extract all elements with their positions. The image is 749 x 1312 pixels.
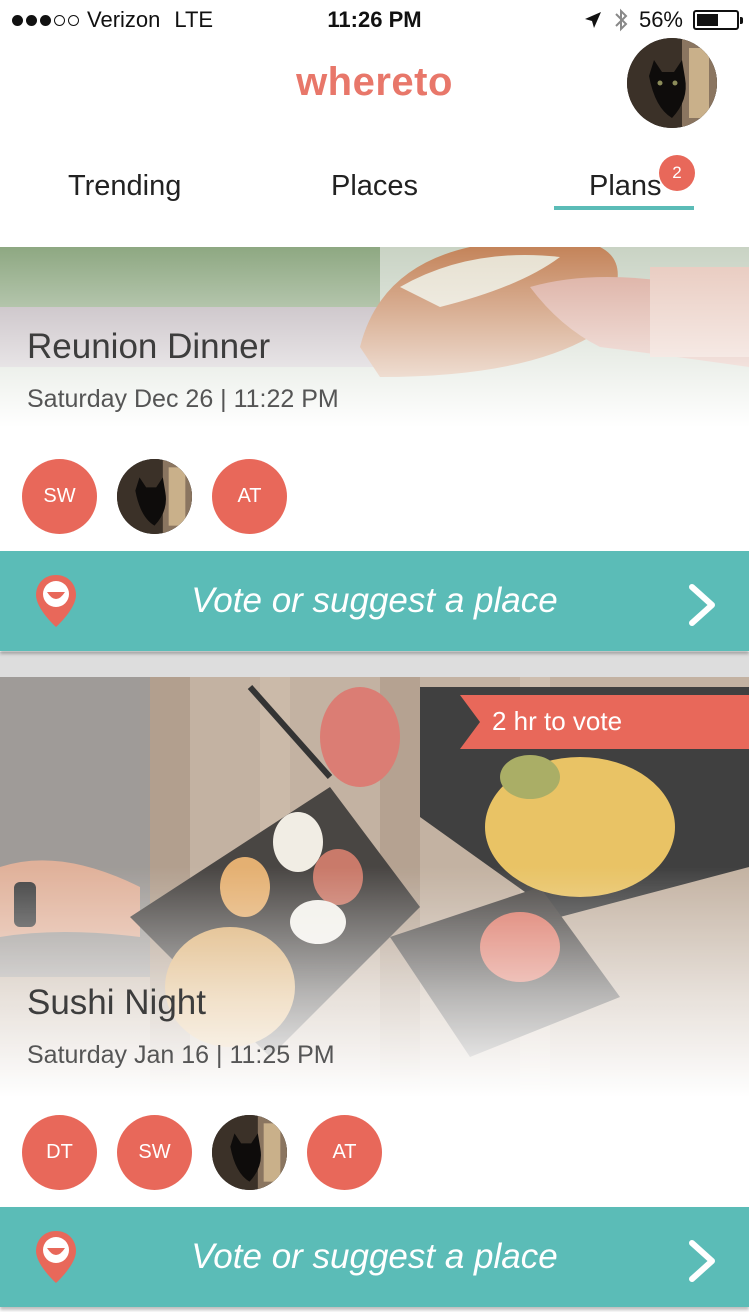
status-right: 56%	[583, 7, 743, 33]
plans-feed[interactable]: Reunion Dinner Saturday Dec 26 | 11:22 P…	[0, 247, 749, 1312]
attendee-avatar[interactable]	[212, 1115, 287, 1190]
battery-icon	[693, 10, 743, 30]
vote-suggest-label: Vote or suggest a place	[191, 581, 558, 620]
tab-bar: Trending Places Plans	[0, 160, 749, 220]
plan-card: 2 hr to vote Sushi Night Saturday Jan 16…	[0, 677, 749, 1312]
plan-card: Reunion Dinner Saturday Dec 26 | 11:22 P…	[0, 247, 749, 652]
vote-suggest-button[interactable]: Vote or suggest a place	[0, 551, 749, 651]
tab-plans[interactable]: Plans	[589, 170, 662, 203]
attendee-avatar[interactable]: AT	[212, 459, 287, 534]
status-bar: Verizon LTE 11:26 PM 56%	[0, 0, 749, 40]
cat-avatar-icon	[212, 1115, 287, 1190]
plan-datetime: Saturday Dec 26 | 11:22 PM	[27, 385, 339, 413]
attendee-avatar[interactable]: DT	[22, 1115, 97, 1190]
chevron-right-icon	[689, 1240, 715, 1282]
plan-title: Sushi Night	[27, 983, 206, 1022]
cat-avatar-icon	[627, 38, 717, 128]
cat-avatar-icon	[117, 459, 192, 534]
plans-badge: 2	[659, 155, 695, 191]
vote-suggest-label: Vote or suggest a place	[191, 1237, 558, 1276]
attendee-avatar[interactable]: SW	[117, 1115, 192, 1190]
plan-title: Reunion Dinner	[27, 327, 271, 366]
vote-deadline-label: 2 hr to vote	[492, 706, 623, 736]
bluetooth-icon	[615, 8, 628, 32]
tab-trending[interactable]: Trending	[68, 170, 181, 203]
location-arrow-icon	[584, 12, 601, 28]
plan-datetime: Saturday Jan 16 | 11:25 PM	[27, 1041, 335, 1069]
active-tab-indicator	[554, 206, 694, 210]
vote-deadline-ribbon: 2 hr to vote	[460, 695, 749, 749]
profile-avatar[interactable]	[627, 38, 717, 128]
attendee-list: SW AT	[22, 459, 287, 534]
battery-percent: 56%	[638, 7, 683, 32]
attendee-avatar[interactable]: SW	[22, 459, 97, 534]
attendee-avatar[interactable]: AT	[307, 1115, 382, 1190]
tab-places[interactable]: Places	[331, 170, 418, 203]
vote-suggest-button[interactable]: Vote or suggest a place	[0, 1207, 749, 1307]
attendee-list: DT SW AT	[22, 1115, 382, 1190]
chevron-right-icon	[689, 584, 715, 626]
attendee-avatar[interactable]	[117, 459, 192, 534]
